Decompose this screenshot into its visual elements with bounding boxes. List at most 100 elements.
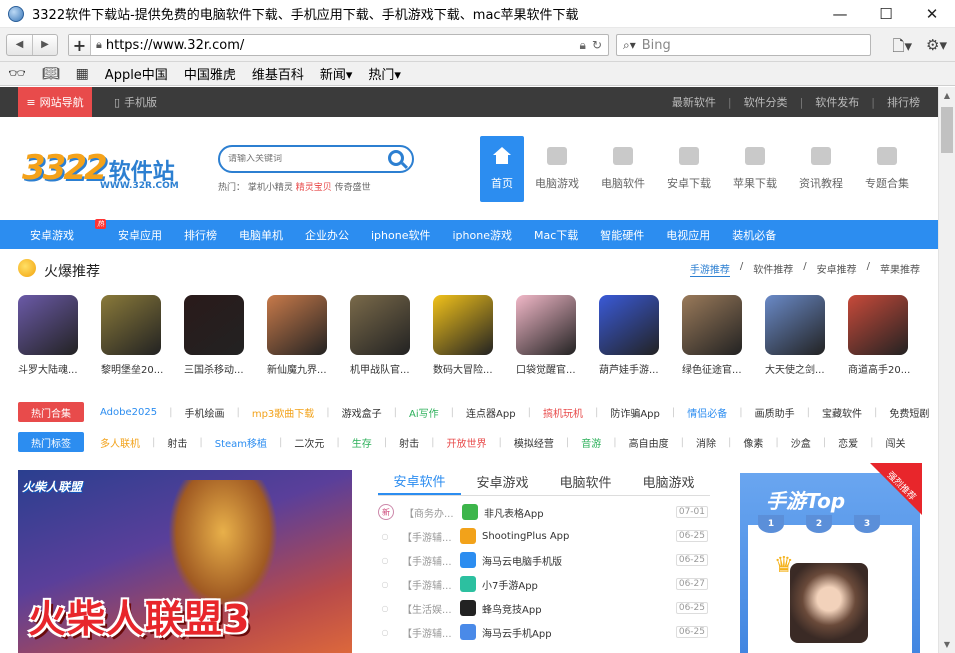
tag-link[interactable]: 多人联机 [100, 435, 140, 450]
game-card[interactable]: 黎明堡垒20... [101, 295, 163, 376]
tag-link[interactable]: 射击 [399, 435, 419, 450]
search-placeholder[interactable]: Bing [642, 38, 671, 53]
app-category[interactable]: 【手游辅... [402, 577, 452, 592]
tag-link[interactable]: Steam移植 [215, 435, 267, 450]
tab-pc-software[interactable]: 电脑软件 [544, 468, 627, 495]
tag-link[interactable]: 连点器App [466, 405, 516, 420]
game-card[interactable]: 大天使之剑... [765, 295, 825, 376]
scroll-down-button[interactable]: ▼ [939, 636, 955, 653]
app-icon[interactable] [462, 504, 478, 520]
app-icon[interactable] [460, 600, 476, 616]
tag-link[interactable]: 闯关 [886, 435, 906, 450]
tag-link[interactable]: 高自由度 [629, 435, 669, 450]
game-card[interactable]: 机甲战队官... [350, 295, 410, 376]
app-name[interactable]: 海马云电脑手机版 [482, 553, 562, 568]
bookmark-wikipedia[interactable]: 维基百科 [252, 64, 304, 83]
rank-tab-2[interactable]: 2 [806, 515, 832, 533]
tag-link[interactable]: 恋爱 [838, 435, 858, 450]
close-button[interactable]: ✕ [909, 0, 955, 28]
tag-link[interactable]: 宝藏软件 [822, 405, 862, 420]
list-item[interactable]: ○ 【手游辅... ShootingPlus App 06-25 [378, 524, 710, 548]
nav-essentials[interactable]: 装机必备 [732, 227, 776, 243]
nav-office[interactable]: 企业办公 [305, 227, 349, 243]
tab-android-software[interactable]: 安卓软件 [378, 468, 461, 495]
game-card[interactable]: 商道高手20... [848, 295, 910, 376]
url-text[interactable]: https://www.32r.com/ [106, 38, 580, 53]
minimize-button[interactable]: — [817, 0, 863, 28]
game-icon[interactable] [765, 295, 825, 355]
tag-link[interactable]: 音游 [581, 435, 601, 450]
tag-link[interactable]: 二次元 [294, 435, 324, 450]
game-icon[interactable] [682, 295, 742, 355]
tag-link[interactable]: mp3歌曲下载 [252, 405, 314, 420]
category-topics[interactable]: 专题合集 [854, 136, 920, 202]
nav-iphone-software[interactable]: iphone软件 [371, 227, 430, 243]
category-pc-software[interactable]: 电脑软件 [590, 136, 656, 202]
app-icon[interactable] [460, 528, 476, 544]
forward-button[interactable]: ▶ [32, 34, 57, 55]
bookmark-popular[interactable]: 热门▾ [368, 64, 401, 83]
list-item[interactable]: ○ 【手游辅... 小7手游App 06-27 [378, 572, 710, 596]
site-nav-button[interactable]: ≡ 网站导航 [18, 87, 92, 117]
game-card[interactable]: 口袋觉醒官... [516, 295, 576, 376]
rank-tab-1[interactable]: 1 [758, 515, 784, 533]
list-item[interactable]: 新【商务办... 非凡表格App 07-01 [378, 500, 710, 524]
game-icon[interactable] [599, 295, 659, 355]
hot-search-item[interactable]: 掌机小精灵 [248, 183, 293, 193]
tag-link[interactable]: Adobe2025 [100, 407, 157, 418]
game-card[interactable]: 新仙魔九界... [267, 295, 327, 376]
tag-link[interactable]: 防诈骗App [610, 405, 660, 420]
nav-pc-single[interactable]: 电脑单机 [239, 227, 283, 243]
game-icon[interactable] [516, 295, 576, 355]
tag-link[interactable]: 情侣必备 [687, 405, 727, 420]
category-pc-games[interactable]: 电脑游戏 [524, 136, 590, 202]
category-news[interactable]: 资讯教程 [788, 136, 854, 202]
app-category[interactable]: 【手游辅... [402, 529, 452, 544]
tab-pc-games[interactable]: 电脑游戏 [627, 468, 710, 495]
mobile-version-link[interactable]: ▯ 手机版 [114, 87, 157, 117]
category-android[interactable]: 安卓下载 [656, 136, 722, 202]
nav-iphone-games[interactable]: iphone游戏 [452, 227, 511, 243]
game-card[interactable]: 绿色征途官... [682, 295, 742, 376]
tag-link[interactable]: 像素 [743, 435, 763, 450]
hot-search-item[interactable]: 传奇盛世 [335, 183, 371, 193]
nav-smart-hardware[interactable]: 智能硬件 [600, 227, 644, 243]
game-icon[interactable] [433, 295, 493, 355]
hot-search-item[interactable]: 精灵宝贝 [296, 183, 332, 193]
list-item[interactable]: ○ 【手游辅... 海马云电脑手机版 06-25 [378, 548, 710, 572]
topbar-link-categories[interactable]: 软件分类 [744, 94, 788, 110]
game-icon[interactable] [18, 295, 78, 355]
tag-link[interactable]: 模拟经营 [514, 435, 554, 450]
app-name[interactable]: 小7手游App [482, 577, 538, 592]
tag-link[interactable]: 画质助手 [755, 405, 795, 420]
tag-link[interactable]: 开放世界 [447, 435, 487, 450]
app-name[interactable]: 蜂鸟竞技App [482, 601, 542, 616]
tag-link[interactable]: 沙盒 [791, 435, 811, 450]
list-item[interactable]: ○ 【生活娱... 蜂鸟竞技App 06-25 [378, 596, 710, 620]
tab-software[interactable]: 软件推荐 [753, 261, 793, 277]
tag-link[interactable]: 射击 [167, 435, 187, 450]
tag-link[interactable]: 生存 [352, 435, 372, 450]
back-button[interactable]: ◀ [7, 35, 32, 55]
game-card[interactable]: 斗罗大陆魂... [18, 295, 78, 376]
game-card[interactable]: 数码大冒险... [433, 295, 493, 376]
nav-tv-apps[interactable]: 电视应用 [666, 227, 710, 243]
bookmark-apple[interactable]: Apple中国 [105, 64, 168, 83]
page-scrollbar[interactable]: ▲ ▼ [938, 87, 955, 653]
app-icon[interactable] [460, 576, 476, 592]
app-icon[interactable] [460, 552, 476, 568]
app-category[interactable]: 【手游辅... [402, 553, 452, 568]
search-icon[interactable] [388, 150, 404, 166]
page-menu-icon[interactable]: 🗋︎▾ [892, 36, 912, 61]
bookmark-yahoo[interactable]: 中国雅虎 [184, 64, 236, 83]
featured-banner[interactable]: 火柴人联盟 火柴人联盟3 [18, 470, 352, 653]
tab-apple[interactable]: 苹果推荐 [880, 261, 920, 277]
app-category[interactable]: 【商务办... [404, 505, 454, 520]
game-card[interactable]: 葫芦娃手游... [599, 295, 659, 376]
game-icon[interactable] [101, 295, 161, 355]
rank-tab-3[interactable]: 3 [854, 515, 880, 533]
game-icon[interactable] [848, 295, 908, 355]
tag-link[interactable]: 消除 [696, 435, 716, 450]
reading-list-icon[interactable]: 👓︎ [8, 66, 26, 82]
app-icon[interactable] [460, 624, 476, 640]
